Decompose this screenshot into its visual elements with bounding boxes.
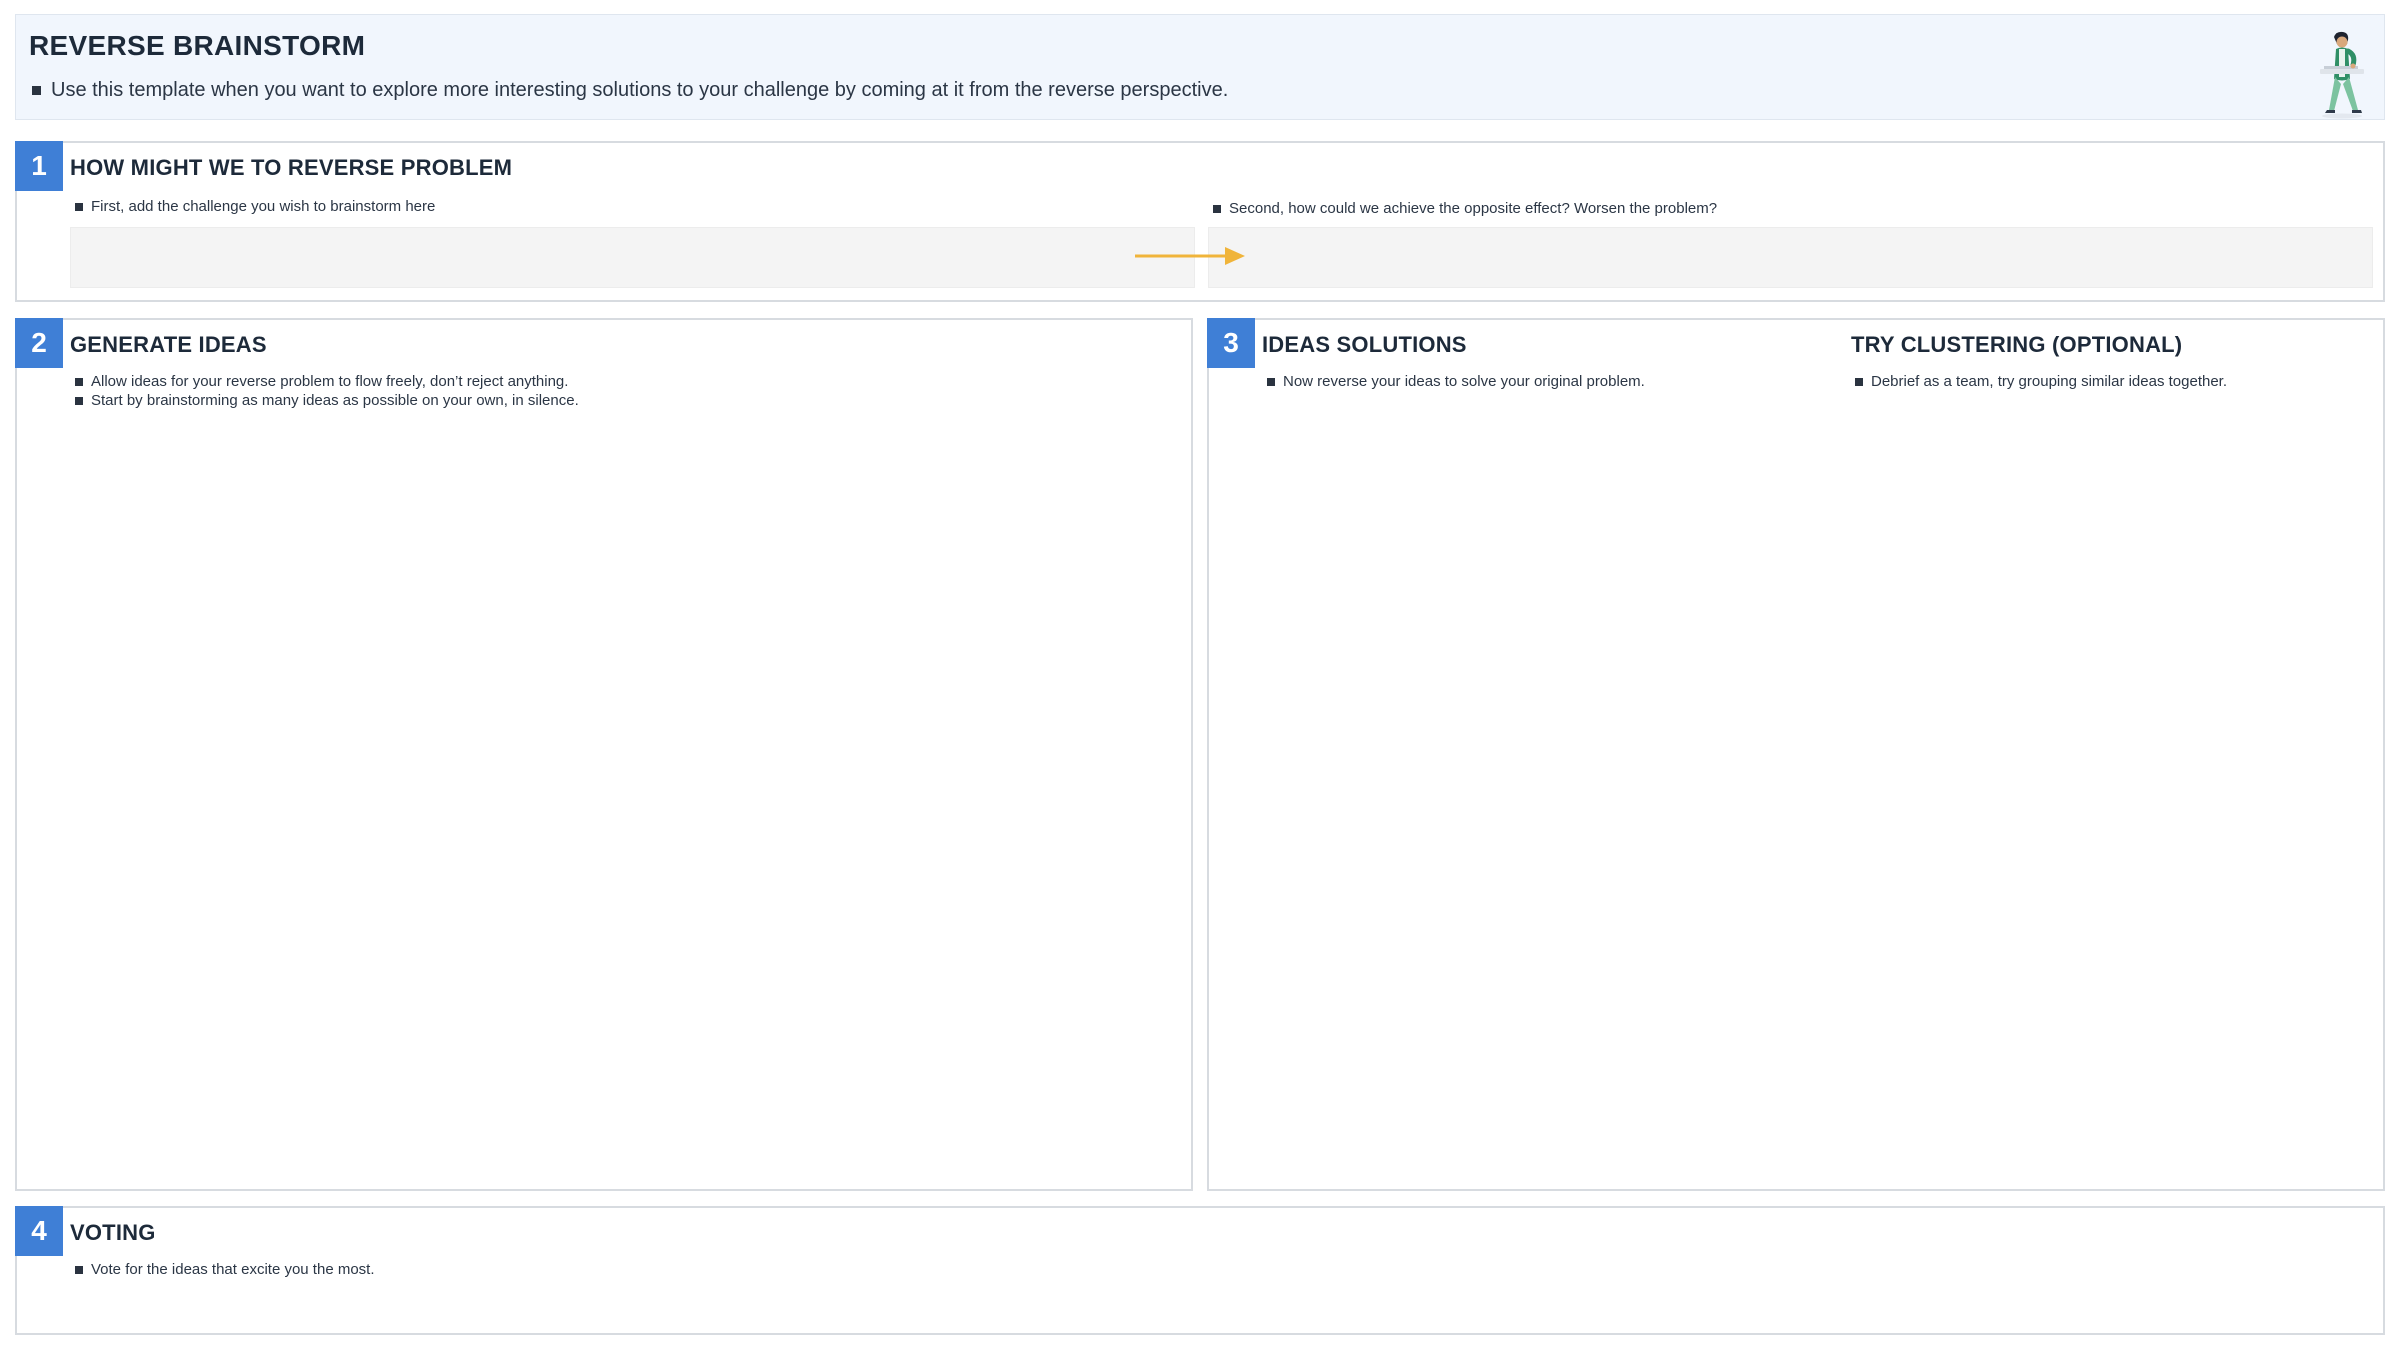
instruction-text: Allow ideas for your reverse problem to … [91, 373, 569, 390]
arrow-right-icon [1135, 247, 1245, 265]
bullet-icon [75, 202, 83, 211]
header-description-text: Use this template when you want to explo… [51, 79, 1229, 101]
bullet-icon [75, 1265, 83, 1274]
template-header: REVERSE BRAINSTORM Use this template whe… [15, 14, 2385, 120]
section-number-badge: 2 [15, 318, 63, 368]
section-number-badge: 1 [15, 141, 63, 191]
instruction-challenge: First, add the challenge you wish to bra… [75, 198, 435, 215]
instruction-reverse-ideas: Now reverse your ideas to solve your ori… [1267, 373, 1645, 390]
section-title: VOTING [70, 1220, 156, 1245]
instruction-text: Vote for the ideas that excite you the m… [91, 1261, 375, 1278]
person-illustration-icon [2320, 31, 2364, 119]
instruction-text: Now reverse your ideas to solve your ori… [1283, 373, 1645, 390]
section-number-badge: 3 [1207, 318, 1255, 368]
instruction-voting: Vote for the ideas that excite you the m… [75, 1261, 375, 1278]
section-title: HOW MIGHT WE TO REVERSE PROBLEM [70, 155, 513, 180]
bullet-icon [1267, 377, 1275, 386]
instruction-flow-freely: Allow ideas for your reverse problem to … [75, 373, 568, 390]
bullet-icon [75, 377, 83, 386]
instruction-text: Start by brainstorming as many ideas as … [91, 392, 579, 409]
instruction-brainstorm-silence: Start by brainstorming as many ideas as … [75, 392, 579, 409]
section-voting[interactable]: 4 VOTING Vote for the ideas that excite … [15, 1206, 2385, 1335]
section-title: GENERATE IDEAS [70, 332, 267, 357]
bullet-icon [1213, 204, 1221, 213]
section-generate-ideas[interactable]: 2 GENERATE IDEAS Allow ideas for your re… [15, 318, 1193, 1191]
header-description: Use this template when you want to explo… [32, 79, 1228, 102]
section-reverse-problem: 1 HOW MIGHT WE TO REVERSE PROBLEM First,… [15, 141, 2385, 302]
bullet-icon [32, 86, 41, 95]
page-title: REVERSE BRAINSTORM [29, 30, 366, 61]
bullet-icon [75, 396, 83, 405]
section-number-badge: 4 [15, 1206, 63, 1256]
clustering-title: TRY CLUSTERING (OPTIONAL) [1851, 332, 2183, 357]
section-ideas-solutions[interactable]: 3 IDEAS SOLUTIONS Now reverse your ideas… [1207, 318, 2385, 1191]
challenge-input-area[interactable] [70, 227, 1195, 288]
bullet-icon [1855, 377, 1863, 386]
instruction-text: First, add the challenge you wish to bra… [91, 198, 436, 215]
section-title: IDEAS SOLUTIONS [1262, 332, 1467, 357]
instruction-opposite: Second, how could we achieve the opposit… [1213, 200, 1717, 217]
instruction-text: Second, how could we achieve the opposit… [1229, 200, 1718, 217]
instruction-clustering: Debrief as a team, try grouping similar … [1855, 373, 2227, 390]
opposite-effect-input-area[interactable] [1208, 227, 2373, 288]
instruction-text: Debrief as a team, try grouping similar … [1871, 373, 2228, 390]
